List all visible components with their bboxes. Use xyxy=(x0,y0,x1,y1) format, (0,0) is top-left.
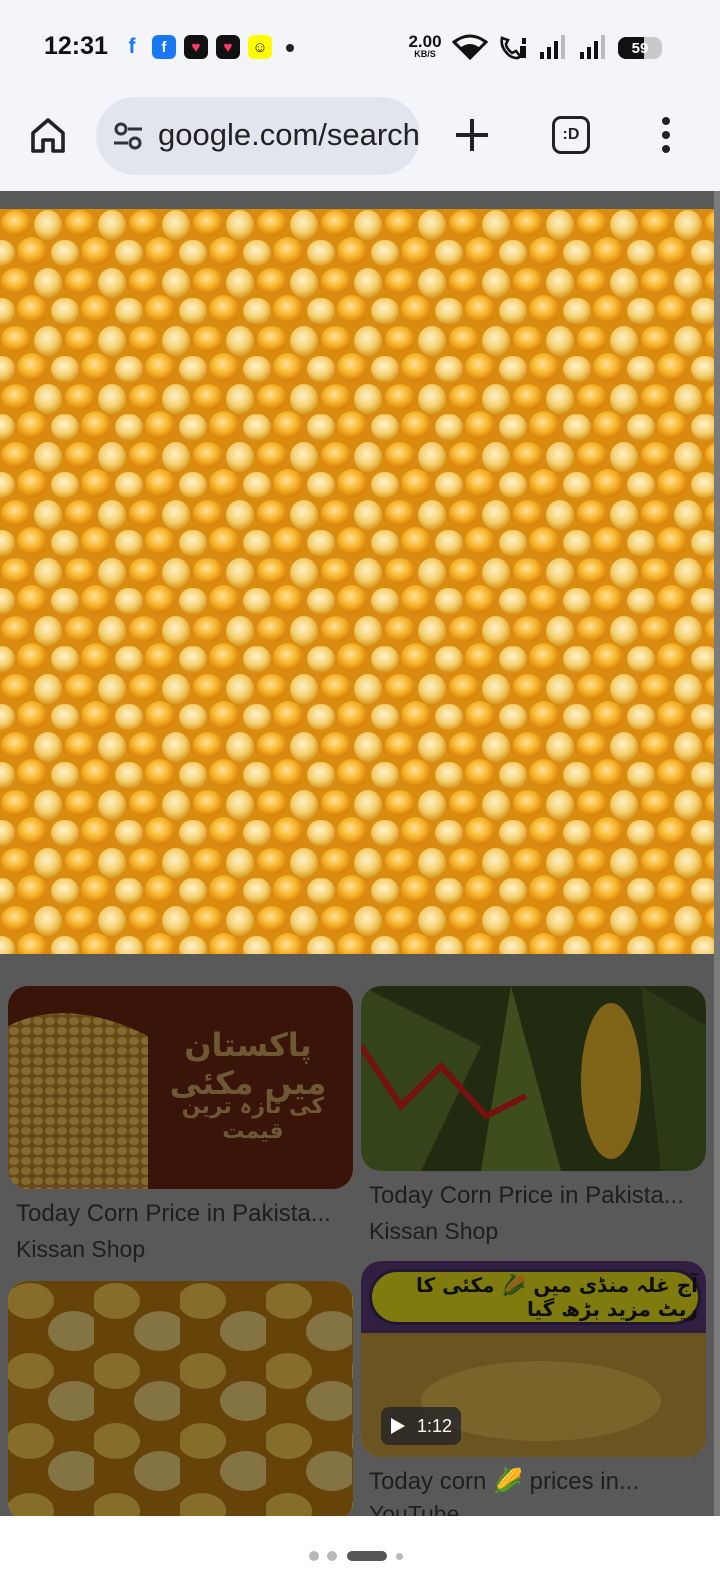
more-vert-icon xyxy=(662,117,670,153)
image-result-card[interactable]: پاکستان میں مکئی کی تازہ ترین قیمت Today… xyxy=(8,986,353,1276)
facebook-icon: f xyxy=(152,35,176,59)
result-title[interactable]: Today Corn Price in Pakista... xyxy=(369,1182,684,1210)
signal-sim2-icon xyxy=(580,35,605,59)
battery-level: 59 xyxy=(631,39,649,57)
site-settings-icon[interactable] xyxy=(112,121,144,151)
page-indicator-dot xyxy=(309,1551,319,1561)
result-thumbnail[interactable]: پاکستان میں مکئی کی تازہ ترین قیمت xyxy=(8,986,353,1189)
tab-switcher-button[interactable]: :D xyxy=(552,116,590,154)
corn-kernels-photo xyxy=(0,209,714,954)
video-duration-badge: 1:12 xyxy=(381,1407,461,1445)
result-source[interactable]: Kissan Shop xyxy=(369,1218,498,1245)
result-source[interactable]: Kissan Shop xyxy=(16,1236,145,1263)
result-thumbnail[interactable]: آج غلہ منڈی میں 🌽 مکئی کا ریٹ مزید بڑھ گ… xyxy=(361,1261,706,1457)
image-viewer: پاکستان میں مکئی کی تازہ ترین قیمت Today… xyxy=(0,191,720,1516)
new-tab-button[interactable] xyxy=(448,111,496,159)
signal-sim1-icon xyxy=(540,35,565,59)
page-indicator-dot xyxy=(396,1553,403,1560)
image-result-card[interactable]: Today Corn Price in Pakista... Kissan Sh… xyxy=(361,986,706,1246)
result-thumbnail[interactable] xyxy=(361,986,706,1171)
snapchat-icon: ☺ xyxy=(248,35,272,59)
volte-call-icon xyxy=(500,36,526,60)
home-button[interactable] xyxy=(24,111,72,159)
heart-app-icon: ♥ xyxy=(184,35,208,59)
image-result-card[interactable] xyxy=(8,1281,353,1516)
home-icon xyxy=(31,118,65,153)
dim-overlay xyxy=(8,986,353,1189)
corn-kernels-image[interactable] xyxy=(0,209,714,954)
scroll-indicator xyxy=(714,191,720,1516)
result-title[interactable]: Today corn 🌽 prices in... xyxy=(369,1467,639,1496)
heart-app-icon: ♥ xyxy=(216,35,240,59)
result-source[interactable]: YouTube xyxy=(369,1501,459,1516)
more-notifications-dot xyxy=(286,44,294,52)
browser-screen: 12:31 f f ♥ ♥ ☺ 2.00 KB/S 59 google.com/… xyxy=(0,0,720,1581)
network-speed-unit: KB/S xyxy=(414,49,436,59)
bottom-bar xyxy=(0,1516,720,1581)
url-bar[interactable]: google.com/search xyxy=(96,97,420,175)
battery-icon: 59 xyxy=(618,37,662,59)
plus-icon xyxy=(456,119,488,151)
video-duration: 1:12 xyxy=(417,1415,453,1436)
result-title[interactable]: Today Corn Price in Pakista... xyxy=(16,1200,331,1228)
dim-overlay xyxy=(361,986,706,1171)
wifi-icon xyxy=(452,34,488,60)
url-text[interactable]: google.com/search xyxy=(158,117,420,153)
dim-overlay xyxy=(8,1281,353,1516)
more-options-button[interactable] xyxy=(650,111,682,159)
video-result-card[interactable]: آج غلہ منڈی میں 🌽 مکئی کا ریٹ مزید بڑھ گ… xyxy=(361,1261,706,1516)
status-time: 12:31 xyxy=(44,32,108,60)
network-speed-value: 2.00 xyxy=(408,32,442,51)
status-bar: 12:31 f f ♥ ♥ ☺ 2.00 KB/S 59 xyxy=(0,0,720,95)
result-thumbnail[interactable] xyxy=(8,1281,353,1516)
page-indicator-dot xyxy=(327,1551,337,1561)
page-indicator-active xyxy=(347,1551,387,1561)
network-speed: 2.00 KB/S xyxy=(404,33,446,59)
browser-toolbar: google.com/search :D xyxy=(0,95,720,191)
play-icon xyxy=(391,1418,405,1434)
facebook-icon: f xyxy=(128,35,136,58)
